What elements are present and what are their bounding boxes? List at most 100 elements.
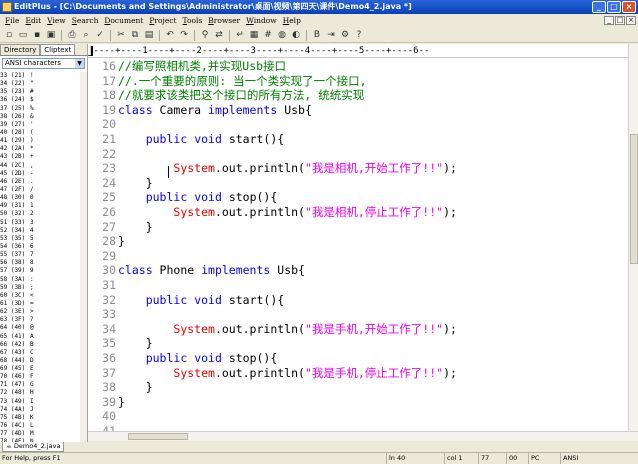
browser-icon[interactable]: ◍ [276,29,288,41]
save-icon[interactable]: ▪ [31,29,43,41]
code-line[interactable]: class Phone implements Usb{ [118,263,305,278]
tab-cliptext[interactable]: Cliptext [40,44,76,55]
cliptext-item[interactable]: 34 (22) " [0,80,80,88]
bold-icon[interactable]: B [311,29,323,41]
cliptext-item[interactable]: 43 (2B) + [0,153,80,161]
code-line[interactable]: } [118,380,153,395]
cliptext-item[interactable]: 45 (2D) - [0,170,80,178]
code-line[interactable]: //就要求该类把这个接口的所有方法, 统统实现 [118,88,364,103]
code-line[interactable]: public void stop(){ [118,351,278,366]
save-all-icon[interactable]: ▣ [45,29,57,41]
cliptext-item[interactable]: 58 (3A): [0,276,80,284]
cliptext-item[interactable]: 72 (48) H [0,389,80,397]
word-wrap-icon[interactable]: ↵ [234,29,246,41]
menu-edit[interactable]: Edit [22,14,44,28]
code-line[interactable]: public void start(){ [118,293,285,308]
cliptext-item[interactable]: 61 (3D) = [0,300,80,308]
new-file-icon[interactable]: ▫ [3,29,15,41]
menu-browser[interactable]: Browser [205,14,243,28]
color-icon[interactable]: ◐ [290,29,302,41]
cliptext-item[interactable]: 35 (23) # [0,88,80,96]
cliptext-item[interactable]: 51 (33) 3 [0,219,80,227]
cliptext-item[interactable]: 69 (45) E [0,365,80,373]
code-line[interactable]: System.out.println("我是手机,开始工作了!!"); [118,322,457,337]
cliptext-item[interactable]: 52 (34) 4 [0,227,80,235]
cliptext-item[interactable]: 68 (44) D [0,357,80,365]
doc-minimize-button[interactable]: _ [604,16,614,25]
cliptext-item[interactable]: 73 (49) I [0,398,80,406]
undo-icon[interactable]: ↶ [164,29,176,41]
replace-icon[interactable]: ⇄ [213,29,225,41]
cliptext-item[interactable]: 53 (35) 5 [0,235,80,243]
cliptext-item[interactable]: 41 (29)) [0,137,80,145]
menu-file[interactable]: File [2,14,22,28]
find-icon[interactable]: ⚲ [199,29,211,41]
cliptext-item[interactable]: 62 (3E) > [0,308,80,316]
menu-document[interactable]: Document [101,14,146,28]
indent-icon[interactable]: ⇥ [325,29,337,41]
print-preview-icon[interactable]: ⌕ [80,29,92,41]
cliptext-scrollbar[interactable] [80,72,87,442]
cliptext-item[interactable]: 60 (3C) < [0,292,80,300]
cliptext-item[interactable]: 67 (43) C [0,349,80,357]
vertical-scrollbar[interactable] [628,44,638,431]
menu-view[interactable]: View [44,14,69,28]
cliptext-item[interactable]: 38 (26) & [0,113,80,121]
cliptext-item[interactable]: 33 (21)! [0,72,80,80]
maximize-button[interactable]: □ [607,1,621,13]
cut-icon[interactable]: ✂ [115,29,127,41]
open-icon[interactable]: ▭ [17,29,29,41]
horizontal-scroll-thumb[interactable] [128,433,188,440]
cliptext-item[interactable]: 70 (46) F [0,373,80,381]
cliptext-item[interactable]: 44 (2C), [0,162,80,170]
cliptext-item[interactable]: 57 (39) 9 [0,267,80,275]
help-icon[interactable]: ? [353,29,365,41]
cliptext-item[interactable]: 75 (4B) K [0,414,80,422]
code-editor[interactable]: ▌----+----1----+----2----+----3----+----… [88,44,628,431]
horizontal-scrollbar[interactable] [88,431,638,441]
line-number-icon[interactable]: # [262,29,274,41]
menu-search[interactable]: Search [69,14,102,28]
copy-icon[interactable]: ⧉ [129,29,141,41]
code-line[interactable]: } [118,176,153,191]
cliptext-item[interactable]: 54 (36) 6 [0,243,80,251]
paste-icon[interactable]: ▤ [143,29,155,41]
code-text-area[interactable]: //编写照相机类,并实现Usb接口//.一个重要的原则: 当一个类实现了一个接口… [118,58,628,431]
cliptext-item[interactable]: 65 (41) A [0,333,80,341]
cliptext-item[interactable]: 77 (4D) M [0,430,80,438]
cliptext-item[interactable]: 37 (25)% [0,105,80,113]
code-line[interactable]: } [118,234,125,249]
cliptext-item[interactable]: 74 (4A) J [0,406,80,414]
cliptext-item[interactable]: 40 (28) ( [0,129,80,137]
cliptext-item[interactable]: 59 (3B); [0,284,80,292]
menu-help[interactable]: Help [280,14,304,28]
code-line[interactable]: } [118,220,153,235]
cliptext-item[interactable]: 66 (42) B [0,341,80,349]
cliptext-item[interactable]: 36 (24) $ [0,96,80,104]
code-line[interactable]: } [118,336,153,351]
cliptext-item[interactable]: 63 (3F)? [0,316,80,324]
cliptext-library-select[interactable]: ANSI characters ▼ [2,58,85,69]
code-line[interactable]: } [118,395,125,410]
tab-directory[interactable]: Directory [0,44,41,55]
print-icon[interactable]: ⎙ [66,29,78,41]
settings-icon[interactable]: ⚙ [339,29,351,41]
chevron-down-icon[interactable]: ▼ [75,59,84,68]
vertical-scroll-thumb[interactable] [630,134,638,264]
document-tab-demo4-2[interactable]: ☕ Demo4_2.java [2,442,65,452]
code-line[interactable]: //.一个重要的原则: 当一个类实现了一个接口, [118,74,367,89]
code-line[interactable]: System.out.println("我是手机,停止工作了!!"); [118,366,457,381]
cliptext-item[interactable]: 71 (47) G [0,381,80,389]
menu-project[interactable]: Project [146,14,179,28]
menu-tools[interactable]: Tools [180,14,206,28]
menu-window[interactable]: Window [243,14,280,28]
cliptext-item[interactable]: 56 (38) 8 [0,259,80,267]
code-line[interactable]: public void stop(){ [118,190,278,205]
redo-icon[interactable]: ↷ [178,29,190,41]
code-line[interactable]: //编写照相机类,并实现Usb接口 [118,59,286,74]
cliptext-item[interactable]: 49 (31) 1 [0,202,80,210]
cliptext-item[interactable]: 55 (37) 7 [0,251,80,259]
minimize-button[interactable]: _ [592,1,606,13]
code-line[interactable]: System.out.println("我是相机,开始工作了!!"); [118,161,457,176]
code-line[interactable]: public void start(){ [118,132,285,147]
